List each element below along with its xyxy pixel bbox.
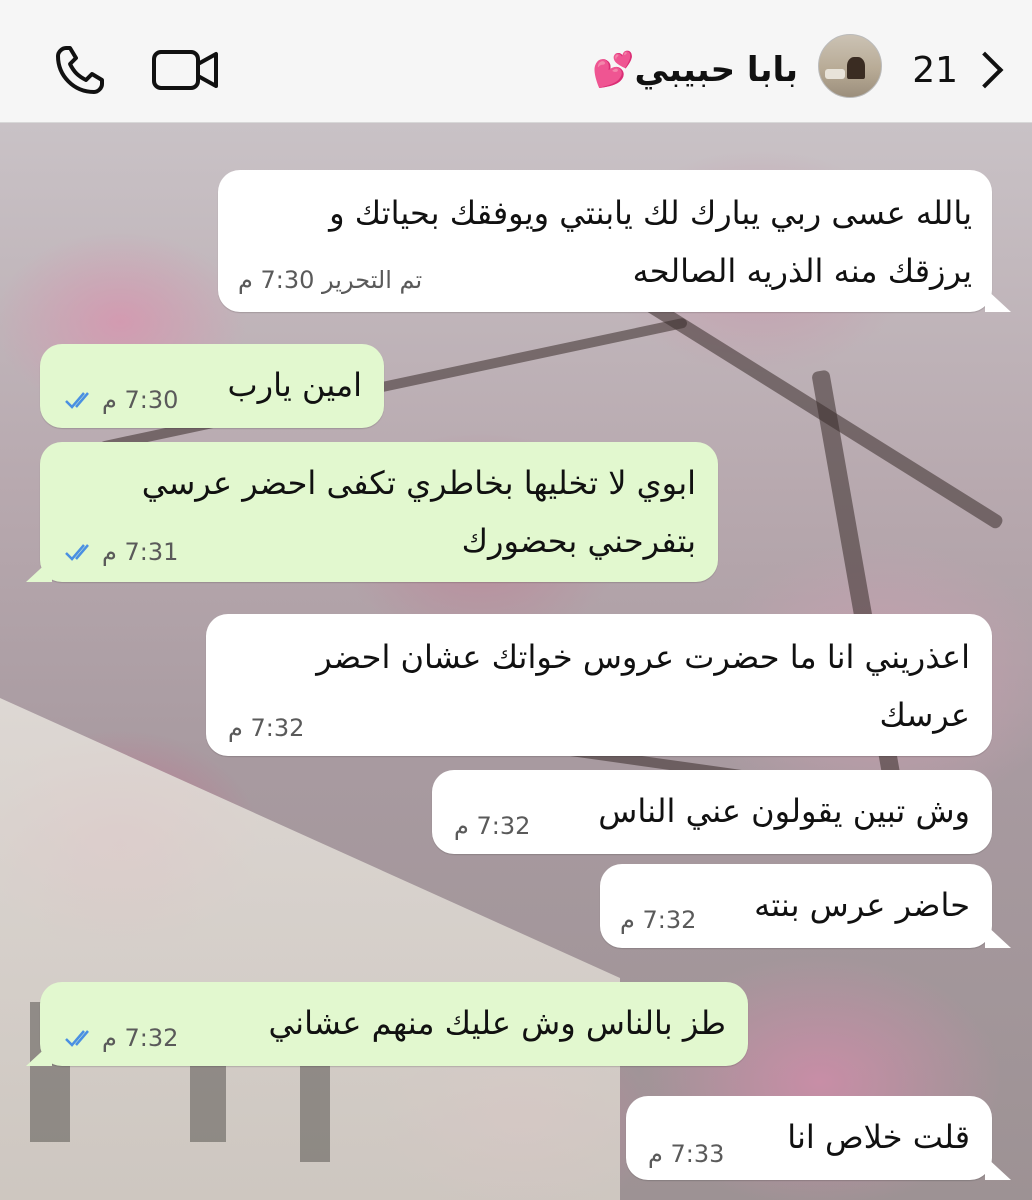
- message-time: 7:32 م: [454, 812, 531, 840]
- avatar[interactable]: [818, 34, 882, 98]
- message-bubble-outgoing[interactable]: طز بالناس وش عليك منهم عشاني 7:32 م: [40, 982, 748, 1066]
- message-time: 7:32 م: [620, 906, 697, 934]
- message-text: طز بالناس وش عليك منهم عشاني: [268, 1004, 727, 1042]
- message-time: 7:32 م: [228, 714, 305, 742]
- message-text: وش تبين يقولون عني الناس: [598, 792, 970, 830]
- message-time: 7:31 م: [102, 538, 179, 566]
- message-time: 7:32 م: [102, 1024, 179, 1052]
- building-window: [300, 1062, 330, 1162]
- contact-name[interactable]: بابا حبيبي💕: [592, 50, 798, 90]
- read-receipt-icon: [65, 544, 89, 561]
- message-bubble-incoming[interactable]: يالله عسى ربي يبارك لك يابنتي ويوفقك بحي…: [218, 170, 992, 312]
- video-call-icon[interactable]: [150, 42, 220, 98]
- message-time: 7:33 م: [648, 1140, 725, 1168]
- chevron-back-icon: [966, 51, 1004, 89]
- avatar-camel-shape: [847, 57, 865, 79]
- message-bubble-incoming[interactable]: قلت خلاص انا 7:33 م: [626, 1096, 992, 1180]
- message-bubble-outgoing[interactable]: ابوي لا تخليها بخاطري تكفى احضر عرسي بتف…: [40, 442, 718, 582]
- message-time: 7:30 م: [102, 386, 179, 414]
- read-receipt-icon: [65, 1030, 89, 1047]
- message-time: تم التحرير 7:30 م: [238, 266, 423, 294]
- message-text: اعذريني انا ما حضرت عروس خواتك عشان احضر…: [316, 638, 970, 734]
- chat-header: 21 بابا حبيبي💕: [0, 0, 1032, 123]
- message-text: امين يارب: [227, 366, 362, 404]
- avatar-car-shape: [825, 69, 845, 79]
- unread-count: 21: [912, 49, 958, 91]
- message-bubble-incoming[interactable]: اعذريني انا ما حضرت عروس خواتك عشان احضر…: [206, 614, 992, 756]
- message-text: حاضر عرس بنته: [754, 886, 970, 924]
- read-receipt-icon: [65, 392, 89, 409]
- message-bubble-incoming[interactable]: حاضر عرس بنته 7:32 م: [600, 864, 992, 948]
- phone-call-icon[interactable]: [52, 42, 108, 98]
- message-bubble-incoming[interactable]: وش تبين يقولون عني الناس 7:32 م: [432, 770, 992, 854]
- back-button[interactable]: 21: [912, 40, 1004, 100]
- message-text: قلت خلاص انا: [787, 1118, 970, 1156]
- message-bubble-outgoing[interactable]: امين يارب 7:30 م: [40, 344, 384, 428]
